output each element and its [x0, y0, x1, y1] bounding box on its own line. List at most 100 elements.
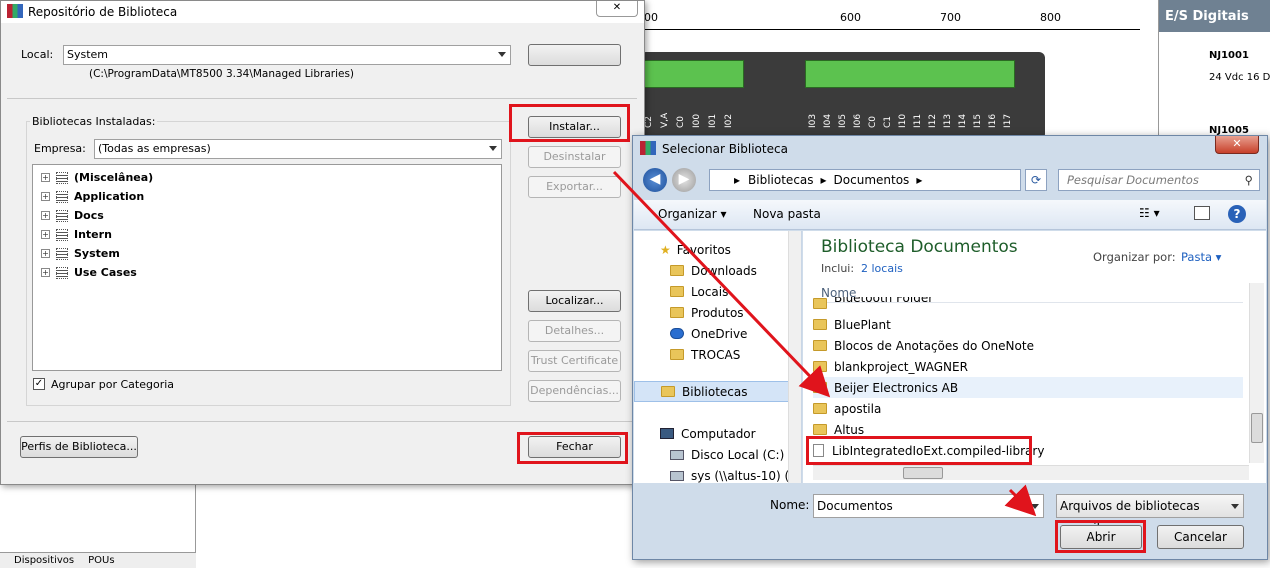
- ruler-tick-label: 00: [644, 11, 658, 24]
- view-options-icon[interactable]: ☷ ▾: [1139, 206, 1160, 220]
- expand-icon[interactable]: +: [41, 173, 50, 182]
- scroll-thumb[interactable]: [1251, 413, 1263, 443]
- terminal-label: I11: [913, 113, 923, 128]
- arrange-select[interactable]: Pasta ▾: [1181, 250, 1221, 264]
- tab-pous[interactable]: POUs: [74, 555, 114, 566]
- close-button[interactable]: ✕: [1215, 136, 1259, 154]
- tree-item[interactable]: + Application: [41, 187, 144, 206]
- repo-dialog: Repositório de Biblioteca ✕ Local: Syste…: [0, 0, 645, 485]
- back-button[interactable]: ◀: [643, 168, 667, 192]
- file-row[interactable]: BluePlant: [813, 314, 891, 335]
- tree-item[interactable]: + (Miscelânea): [41, 168, 153, 187]
- chevron-down-icon: [489, 146, 497, 151]
- group-by-category-label: Agrupar por Categoria: [51, 378, 175, 391]
- command-bar: Organizar ▾ Nova pasta ☷ ▾ ?: [634, 200, 1266, 230]
- close-button[interactable]: ✕: [596, 1, 638, 17]
- export-button[interactable]: Exportar...: [528, 176, 621, 198]
- library-profiles-button[interactable]: Perfis de Biblioteca...: [20, 436, 138, 458]
- tree-item-label: Application: [74, 190, 145, 203]
- includes-link[interactable]: 2 locais: [861, 262, 903, 275]
- local-value: System: [67, 48, 109, 61]
- expand-icon[interactable]: +: [41, 230, 50, 239]
- terminal-label: I01: [708, 113, 718, 128]
- new-folder-button[interactable]: Nova pasta: [753, 207, 821, 221]
- company-label: Empresa:: [34, 142, 86, 155]
- filetype-select[interactable]: Arquivos de bibliotecas compil: [1056, 494, 1244, 535]
- nav-item[interactable]: Produtos: [670, 302, 744, 323]
- nav-item[interactable]: OneDrive: [670, 323, 747, 344]
- file-row[interactable]: blankproject_WAGNER: [813, 356, 968, 377]
- nav-label: Downloads: [691, 263, 757, 278]
- breadcrumb-item[interactable]: Documentos: [834, 173, 910, 187]
- organize-menu[interactable]: Organizar ▾: [658, 207, 727, 221]
- content-hscrollbar[interactable]: [813, 465, 1249, 480]
- nav-scrollbar[interactable]: [788, 231, 801, 483]
- nav-label: TROCAS: [691, 347, 741, 362]
- ruler: 00 600 700 800: [640, 8, 1140, 30]
- filename-input[interactable]: Documentos: [813, 494, 1044, 518]
- uninstall-button[interactable]: Desinstalar: [528, 146, 621, 168]
- edit-locations-button[interactable]: [528, 44, 621, 66]
- nav-item[interactable]: Locais: [670, 281, 728, 302]
- nav-item[interactable]: sys (\\altus-10) (F: [670, 465, 796, 483]
- trust-certificate-button[interactable]: Trust Certificate: [528, 350, 621, 372]
- file-row[interactable]: Blocos de Anotações do OneNote: [813, 335, 1034, 356]
- breadcrumb-item[interactable]: Bibliotecas: [748, 173, 813, 187]
- organize-label: Organizar: [658, 207, 717, 221]
- folder-icon: [813, 382, 827, 393]
- installed-title: Bibliotecas Instaladas:: [30, 115, 158, 128]
- tab-dispositivos[interactable]: Dispositivos: [0, 555, 74, 566]
- file-row[interactable]: Bluetooth Folder: [813, 297, 933, 309]
- nav-favorites[interactable]: ★ Favoritos: [660, 239, 731, 260]
- device-module: C2 V,A C0 I00 I01 I02 I03 I04 I05 I06 C0 C1 I10 I11 I1…: [640, 52, 1045, 140]
- address-bar[interactable]: ▸ Bibliotecas ▸ Documentos ▸: [709, 169, 1021, 191]
- close-icon: ✕: [612, 2, 622, 13]
- chevron-down-icon: [1031, 504, 1039, 509]
- local-label: Local:: [21, 48, 54, 61]
- preview-pane-icon[interactable]: [1194, 206, 1210, 220]
- nav-item[interactable]: Disco Local (C:): [670, 444, 784, 465]
- module-name[interactable]: NJ1001: [1209, 50, 1249, 61]
- locate-button[interactable]: Localizar...: [528, 290, 621, 312]
- tree-item[interactable]: + System: [41, 244, 120, 263]
- dependencies-button[interactable]: Dependências...: [528, 380, 621, 402]
- details-button[interactable]: Detalhes...: [528, 320, 621, 342]
- nav-label: sys (\\altus-10) (F: [691, 468, 797, 483]
- close-icon: ✕: [1232, 137, 1242, 150]
- file-row[interactable]: Beijer Electronics AB: [813, 377, 1243, 398]
- library-icon: [661, 386, 675, 397]
- content-vscrollbar[interactable]: [1249, 283, 1264, 463]
- tree-item[interactable]: + Use Cases: [41, 263, 137, 282]
- tree-item[interactable]: + Intern: [41, 225, 112, 244]
- arrange-value: Pasta: [1181, 250, 1213, 264]
- terminal-block-left: [644, 60, 744, 88]
- scroll-thumb[interactable]: [903, 467, 943, 479]
- folder-icon: [813, 340, 827, 351]
- nav-libraries[interactable]: Bibliotecas: [634, 381, 789, 402]
- forward-button[interactable]: ▶: [672, 168, 696, 192]
- help-icon[interactable]: ?: [1228, 205, 1246, 223]
- group-by-category-checkbox[interactable]: ✓: [33, 378, 45, 390]
- library-icon: [56, 209, 68, 222]
- expand-icon[interactable]: +: [41, 211, 50, 220]
- cancel-button[interactable]: Cancelar: [1157, 525, 1244, 549]
- terminal-label: I14: [958, 113, 968, 128]
- includes-label: Inclui:: [821, 262, 855, 275]
- company-select[interactable]: (Todas as empresas): [94, 139, 502, 159]
- chevron-right-icon: ▸: [734, 173, 741, 187]
- expand-icon[interactable]: +: [41, 249, 50, 258]
- nav-item[interactable]: Downloads: [670, 260, 757, 281]
- refresh-button[interactable]: ⟳: [1025, 169, 1047, 191]
- terminal-label: I00: [692, 113, 702, 128]
- chevron-right-icon: ▸: [820, 173, 827, 187]
- local-select[interactable]: System: [63, 45, 511, 65]
- tree-item[interactable]: + Docs: [41, 206, 104, 225]
- file-name: Beijer Electronics AB: [834, 380, 959, 395]
- expand-icon[interactable]: +: [41, 268, 50, 277]
- nav-item[interactable]: TROCAS: [670, 344, 740, 365]
- library-title: Biblioteca Documentos: [821, 237, 1018, 257]
- expand-icon[interactable]: +: [41, 192, 50, 201]
- file-row[interactable]: apostila: [813, 398, 881, 419]
- nav-computer[interactable]: Computador: [660, 423, 756, 444]
- search-input[interactable]: Pesquisar Documentos ⚲: [1058, 169, 1260, 191]
